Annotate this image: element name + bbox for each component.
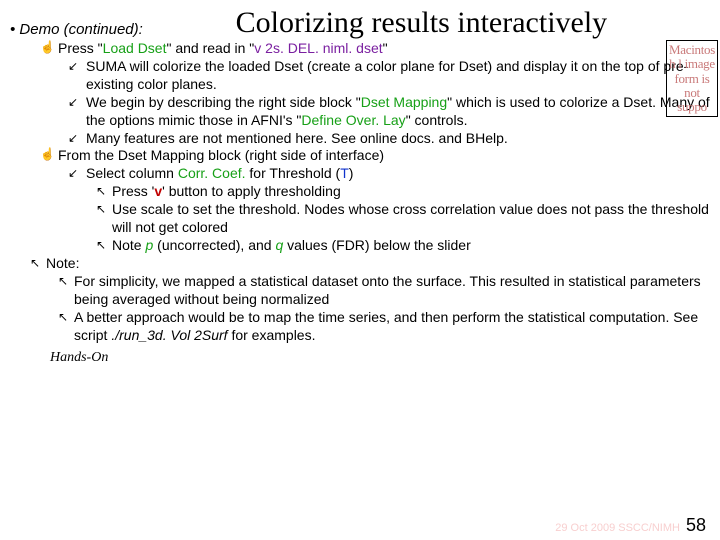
text: Press "Load Dset" and read in "v 2s. DEL… bbox=[58, 40, 388, 58]
line-press-load: ☝ Press "Load Dset" and read in "v 2s. D… bbox=[10, 40, 710, 58]
note-better-approach: ↖ A better approach would be to map the … bbox=[10, 309, 710, 345]
script-name: ./run_3d. Vol 2Surf bbox=[111, 327, 227, 343]
arrow-ne-icon: ↖ bbox=[58, 310, 74, 346]
threshold-T: T bbox=[340, 165, 349, 181]
missing-image-placeholder: Macintosh l image form is not suppo bbox=[666, 40, 718, 117]
top-line: • Demo (continued): Colorizing results i… bbox=[10, 6, 710, 40]
slide: • Demo (continued): Colorizing results i… bbox=[0, 0, 720, 366]
hands-on-label: Hands-On bbox=[10, 350, 710, 366]
line-dset-mapping: ↙ We begin by describing the right side … bbox=[10, 94, 710, 130]
hand-icon: ☝ bbox=[40, 40, 58, 58]
text: Select column Corr. Coef. for Threshold … bbox=[86, 165, 353, 183]
line-many-features: ↙ Many features are not mentioned here. … bbox=[10, 130, 710, 148]
demo-continued-label: • Demo (continued): bbox=[10, 21, 143, 40]
arrow-ne-icon: ↖ bbox=[96, 238, 112, 256]
text: A better approach would be to map the ti… bbox=[74, 309, 710, 345]
text: Note p (uncorrected), and q values (FDR)… bbox=[112, 237, 471, 255]
text: For simplicity, we mapped a statistical … bbox=[74, 273, 710, 309]
load-dset-label: Load Dset bbox=[103, 40, 167, 56]
arrow-ne-icon: ↖ bbox=[96, 202, 112, 238]
arrow-icon: ↙ bbox=[68, 166, 86, 184]
dset-mapping-label: Dset Mapping bbox=[361, 94, 447, 110]
text: We begin by describing the right side bl… bbox=[86, 94, 710, 130]
note-heading: ↖ Note: bbox=[10, 255, 710, 273]
line-suma-colorize: ↙ SUMA will colorize the loaded Dset (cr… bbox=[10, 58, 710, 94]
arrow-icon: ↙ bbox=[68, 95, 86, 131]
text: Press 'v' button to apply thresholding bbox=[112, 183, 341, 201]
text: From the Dset Mapping block (right side … bbox=[58, 147, 384, 165]
line-select-column: ↙ Select column Corr. Coef. for Threshol… bbox=[10, 165, 710, 183]
hand-icon: ☝ bbox=[40, 147, 58, 165]
footer: 29 Oct 2009 SSCC/NIMH 58 bbox=[555, 515, 706, 536]
arrow-ne-icon: ↖ bbox=[58, 274, 74, 310]
arrow-ne-icon: ↖ bbox=[96, 184, 112, 202]
text: Note: bbox=[46, 255, 79, 273]
body-list: ☝ Press "Load Dset" and read in "v 2s. D… bbox=[10, 40, 710, 344]
text: SUMA will colorize the loaded Dset (crea… bbox=[86, 58, 710, 94]
line-from-block: ☝ From the Dset Mapping block (right sid… bbox=[10, 147, 710, 165]
line-press-v: ↖ Press 'v' button to apply thresholding bbox=[10, 183, 710, 201]
corr-coef-label: Corr. Coef. bbox=[178, 165, 246, 181]
text: Many features are not mentioned here. Se… bbox=[86, 130, 508, 148]
arrow-icon: ↙ bbox=[68, 59, 86, 95]
arrow-ne-icon: ↖ bbox=[30, 256, 46, 274]
page-number: 58 bbox=[686, 515, 706, 536]
line-note-pq: ↖ Note p (uncorrected), and q values (FD… bbox=[10, 237, 710, 255]
note-simplicity: ↖ For simplicity, we mapped a statistica… bbox=[10, 273, 710, 309]
text: Use scale to set the threshold. Nodes wh… bbox=[112, 201, 710, 237]
line-use-scale: ↖ Use scale to set the threshold. Nodes … bbox=[10, 201, 710, 237]
arrow-icon: ↙ bbox=[68, 131, 86, 149]
slide-title: Colorizing results interactively bbox=[133, 6, 710, 40]
dset-filename: v 2s. DEL. niml. dset bbox=[254, 40, 382, 56]
define-overlay-label: Define Over. Lay bbox=[301, 112, 405, 128]
footer-date: 29 Oct 2009 SSCC/NIMH bbox=[555, 522, 680, 534]
v-button-label: v bbox=[154, 183, 162, 199]
